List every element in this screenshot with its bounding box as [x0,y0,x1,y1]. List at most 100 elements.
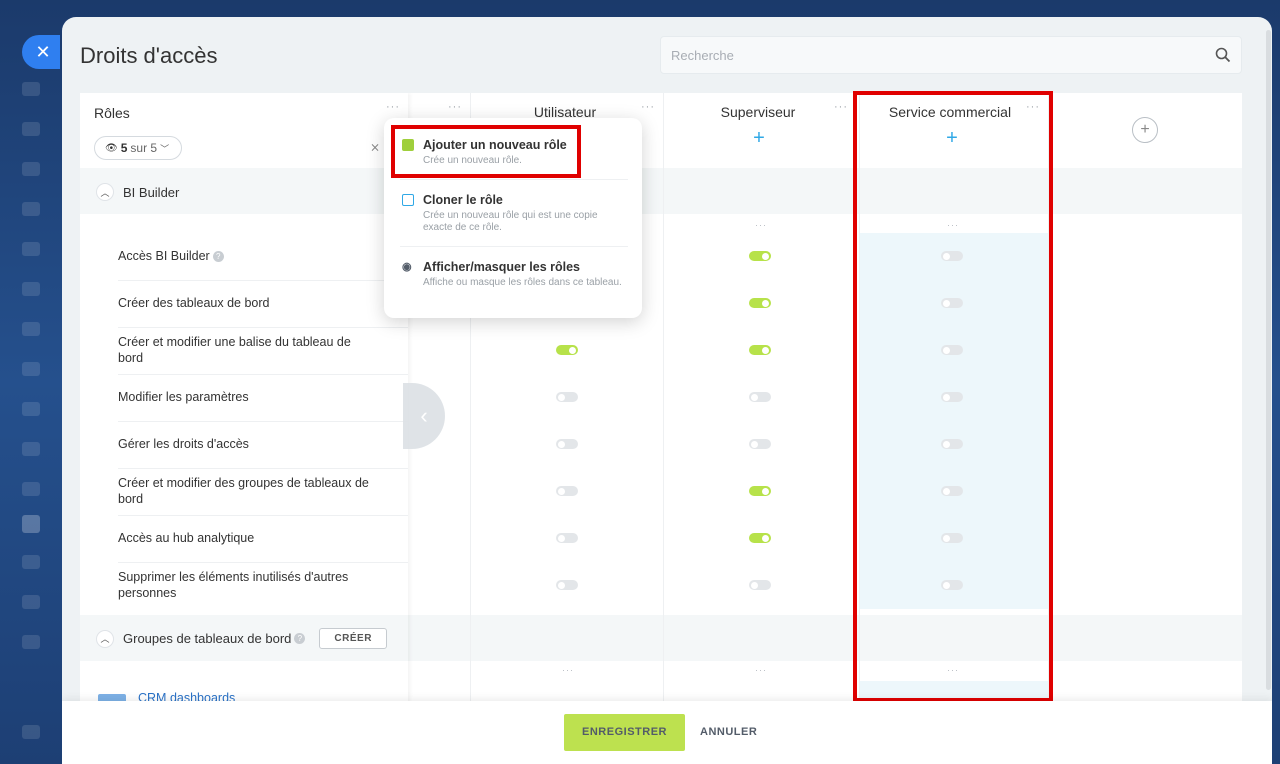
sidebar-icon[interactable] [22,282,40,296]
permission-label: Supprimer les éléments inutilisés d'autr… [118,569,378,601]
eye-icon: 👁 [105,142,118,154]
role-filter[interactable]: 👁 5 sur 5 ﹀ [94,136,182,160]
roles-menu-icon[interactable]: ··· [386,101,400,113]
sidebar-icon[interactable] [22,635,40,649]
permission-toggle[interactable] [749,251,771,261]
sidebar-icon[interactable] [22,82,40,96]
permission-toggle[interactable] [556,392,578,402]
permission-toggle[interactable] [749,298,771,308]
permission-label-text: Supprimer les éléments inutilisés d'autr… [118,570,349,600]
sidebar-icon[interactable] [22,515,40,533]
permission-toggle[interactable] [941,533,963,543]
row-divider [118,374,408,375]
column-menu-icon[interactable]: ··· [448,101,462,113]
chevron-up-icon[interactable]: ︿ [96,183,114,201]
permission-label: Modifier les paramètres [118,389,378,405]
permission-toggle[interactable] [749,580,771,590]
add-permission-icon[interactable]: + [752,128,766,148]
cell-menu-icon[interactable]: ··· [947,220,959,230]
menu-item-title: Cloner le rôle [402,193,628,207]
roles-title: Rôles [94,105,130,121]
permission-toggle[interactable] [941,298,963,308]
filter-count: 5 [120,141,128,155]
menu-item-desc: Crée un nouveau rôle qui est une copie e… [423,210,598,233]
permission-toggle[interactable] [941,486,963,496]
permission-label: Créer et modifier des groupes de tableau… [118,475,378,507]
permission-toggle[interactable] [749,486,771,496]
row-divider [118,515,408,516]
permission-label-text: Créer et modifier des groupes de tableau… [118,476,369,506]
help-icon[interactable]: ? [294,633,306,644]
permission-label: Gérer les droits d'accès [118,436,378,452]
permissions-table: ··· Utilisateur ··· Superviseur ··· + Se… [80,93,1242,733]
sidebar-icon[interactable] [22,362,40,376]
permission-label-text: Modifier les paramètres [118,390,249,404]
sidebar-icon[interactable] [22,595,40,609]
permission-toggle[interactable] [749,439,771,449]
permission-toggle[interactable] [941,439,963,449]
footer-bar: ENREGISTRER ANNULER [62,701,1272,764]
sidebar-icon[interactable] [22,322,40,336]
menu-item-clone-role[interactable]: Cloner le rôle Crée un nouveau rôle qui … [402,193,628,234]
row-divider [118,280,408,281]
column-menu-icon[interactable]: ··· [1026,101,1040,113]
permission-toggle[interactable] [556,486,578,496]
row-divider [118,327,408,328]
menu-item-toggle-roles[interactable]: ◉ Afficher/masquer les rôles Affiche ou … [402,260,628,289]
chevron-up-icon[interactable]: ︿ [96,629,114,648]
permission-toggle[interactable] [556,580,578,590]
permission-toggle[interactable] [556,439,578,449]
sidebar-icon[interactable] [22,202,40,216]
sidebar-icon[interactable] [22,402,40,416]
column-menu-icon[interactable]: ··· [641,101,655,113]
column-divider [663,93,664,733]
collapse-icon[interactable]: ⨯ [370,140,380,154]
sidebar-icon[interactable] [22,555,40,569]
permission-toggle[interactable] [556,533,578,543]
cell-menu-icon[interactable]: ··· [755,220,767,230]
page-title: Droits d'accès [80,43,218,68]
sidebar-icon[interactable] [22,242,40,256]
permission-toggle[interactable] [941,392,963,402]
cancel-button[interactable]: ANNULER [700,714,757,751]
permission-toggle[interactable] [749,345,771,355]
permission-toggle[interactable] [941,251,963,261]
roles-column: Rôles ··· 👁 5 sur 5 ﹀ ⨯ ︿ BI Builder Acc… [80,93,408,733]
search-input[interactable] [661,37,1201,73]
cell-menu-icon[interactable]: ··· [755,665,767,675]
permission-label: Créer et modifier une balise du tableau … [118,334,378,366]
save-button[interactable]: ENREGISTRER [564,714,685,751]
row-divider [118,562,408,563]
section-title: Groupes de tableaux de bord [123,631,292,646]
create-group-button[interactable]: CRÉER [319,628,387,649]
annotation-highlight-box [391,125,581,178]
permission-toggle[interactable] [941,345,963,355]
close-button[interactable]: ✕ [22,35,60,69]
permission-toggle[interactable] [941,580,963,590]
search-icon[interactable] [1215,47,1231,63]
permission-toggle[interactable] [556,345,578,355]
filter-suffix: sur 5 [130,141,158,155]
close-icon: ✕ [35,41,51,62]
sidebar-icon[interactable] [22,162,40,176]
permission-label: Créer des tableaux de bord [118,295,378,311]
sidebar-icon[interactable] [22,442,40,456]
cell-menu-icon[interactable]: ··· [947,665,959,675]
scrollbar[interactable] [1266,30,1271,690]
section-title: BI Builder [123,184,180,200]
copy-icon [402,194,414,206]
permission-toggle[interactable] [749,533,771,543]
help-icon[interactable]: ? [212,251,224,263]
add-permission-icon[interactable]: + [945,128,959,148]
permission-toggle[interactable] [749,392,771,402]
chevron-down-icon: ﹀ [160,143,170,154]
permission-label-text: Accès au hub analytique [118,531,255,545]
sidebar-icon[interactable] [22,482,40,496]
add-role-column-button[interactable]: + [1132,117,1158,143]
column-menu-icon[interactable]: ··· [834,101,848,113]
app-sidebar [0,0,62,764]
sidebar-icon[interactable] [22,122,40,136]
row-divider [118,468,408,469]
sidebar-icon[interactable] [22,725,40,739]
cell-menu-icon[interactable]: ··· [562,665,574,675]
